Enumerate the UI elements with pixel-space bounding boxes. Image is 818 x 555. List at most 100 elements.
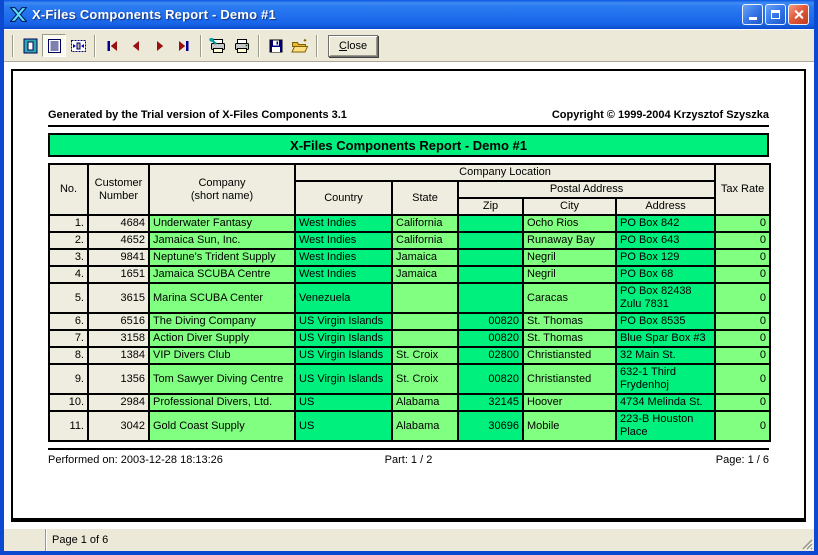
whole-page-view-button[interactable]	[18, 34, 42, 57]
cell-state: Jamaica	[392, 266, 458, 283]
cell-no: 2.	[49, 232, 88, 249]
cell-tax-rate: 0	[715, 347, 770, 364]
col-header-country: Country	[295, 181, 392, 215]
table-row: 11.3042Gold Coast SupplyUSAlabama30696Mo…	[49, 411, 770, 441]
minimize-icon	[749, 17, 757, 20]
report-page: Generated by the Trial version of X-File…	[11, 69, 806, 522]
cell-company: Gold Coast Supply	[149, 411, 295, 441]
table-row: 7.3158Action Diver SupplyUS Virgin Islan…	[49, 330, 770, 347]
previous-page-icon	[128, 38, 144, 54]
report-viewport[interactable]: Generated by the Trial version of X-File…	[4, 62, 814, 528]
maximize-button[interactable]	[765, 4, 786, 25]
cell-zip: 00820	[458, 313, 523, 330]
cell-zip: 00820	[458, 330, 523, 347]
cell-customer-number: 3615	[88, 283, 149, 313]
footer-part: Part: 1 / 2	[288, 454, 528, 466]
cell-state: California	[392, 232, 458, 249]
cell-customer-number: 1651	[88, 266, 149, 283]
page-width-icon	[70, 38, 87, 54]
cell-country: US	[295, 394, 392, 411]
cell-state: Alabama	[392, 394, 458, 411]
cell-address: PO Box 842	[616, 215, 715, 232]
cell-company: Professional Divers, Ltd.	[149, 394, 295, 411]
print-button[interactable]	[230, 34, 254, 57]
table-row: 5.3615Marina SCUBA CenterVenezuelaCaraca…	[49, 283, 770, 313]
cell-company: Neptune's Trident Supply	[149, 249, 295, 266]
cell-state	[392, 283, 458, 313]
print-icon	[233, 38, 251, 54]
cell-state: St. Croix	[392, 364, 458, 394]
cell-city: Hoover	[523, 394, 616, 411]
print-setup-button[interactable]	[206, 34, 230, 57]
col-header-customer-number: Customer Number	[88, 164, 149, 215]
table-row: 1.4684Underwater FantasyWest IndiesCalif…	[49, 215, 770, 232]
cell-zip: 32145	[458, 394, 523, 411]
cell-state	[392, 313, 458, 330]
close-window-button[interactable]	[788, 4, 809, 25]
col-header-company: Company (short name)	[149, 164, 295, 215]
cell-customer-number: 1384	[88, 347, 149, 364]
resize-grip[interactable]	[800, 537, 813, 550]
app-logo-x-icon	[10, 7, 27, 22]
cell-no: 5.	[49, 283, 88, 313]
cell-customer-number: 4684	[88, 215, 149, 232]
report-title-banner: X-Files Components Report - Demo #1	[48, 133, 769, 157]
cell-company: VIP Divers Club	[149, 347, 295, 364]
previous-page-button[interactable]	[124, 34, 148, 57]
cell-tax-rate: 0	[715, 411, 770, 441]
cell-city: Christiansted	[523, 364, 616, 394]
cell-tax-rate: 0	[715, 232, 770, 249]
status-page-text: Page 1 of 6	[46, 529, 814, 551]
report-generated-text: Generated by the Trial version of X-File…	[48, 109, 347, 121]
cell-state: California	[392, 215, 458, 232]
footer-performed-on: Performed on: 2003-12-28 18:13:26	[48, 454, 288, 466]
cell-zip	[458, 283, 523, 313]
cell-country: US Virgin Islands	[295, 330, 392, 347]
cell-company: Underwater Fantasy	[149, 215, 295, 232]
cell-country: US Virgin Islands	[295, 313, 392, 330]
cell-city: Caracas	[523, 283, 616, 313]
cell-company: The Diving Company	[149, 313, 295, 330]
last-page-button[interactable]	[172, 34, 196, 57]
table-row: 3.9841Neptune's Trident SupplyWest Indie…	[49, 249, 770, 266]
cell-address: PO Box 68	[616, 266, 715, 283]
cell-customer-number: 6516	[88, 313, 149, 330]
cell-customer-number: 2984	[88, 394, 149, 411]
cell-address: 4734 Melinda St.	[616, 394, 715, 411]
cell-city: Negril	[523, 249, 616, 266]
cell-address: PO Box 8535	[616, 313, 715, 330]
col-header-zip: Zip	[458, 198, 523, 215]
save-icon	[268, 38, 284, 54]
col-header-postal-address: Postal Address	[458, 181, 715, 198]
cell-zip	[458, 249, 523, 266]
cell-customer-number: 3042	[88, 411, 149, 441]
cell-tax-rate: 0	[715, 283, 770, 313]
save-report-button[interactable]	[264, 34, 288, 57]
cell-city: Ocho Rios	[523, 215, 616, 232]
cell-tax-rate: 0	[715, 330, 770, 347]
first-page-button[interactable]	[100, 34, 124, 57]
toolbar-separator	[12, 35, 14, 57]
text-view-button[interactable]	[42, 34, 66, 57]
cell-address: 32 Main St.	[616, 347, 715, 364]
window-title: X-Files Components Report - Demo #1	[32, 7, 742, 22]
cell-no: 8.	[49, 347, 88, 364]
status-bar: Page 1 of 6	[4, 528, 814, 551]
title-bar[interactable]: X-Files Components Report - Demo #1	[4, 0, 814, 29]
cell-company: Jamaica Sun, Inc.	[149, 232, 295, 249]
open-report-button[interactable]	[288, 34, 312, 57]
first-page-icon	[104, 38, 120, 54]
col-header-no: No.	[49, 164, 88, 215]
page-width-view-button[interactable]	[66, 34, 90, 57]
cell-company: Jamaica SCUBA Centre	[149, 266, 295, 283]
cell-city: St. Thomas	[523, 330, 616, 347]
cell-country: US Virgin Islands	[295, 364, 392, 394]
header-rule	[48, 125, 769, 127]
next-page-button[interactable]	[148, 34, 172, 57]
minimize-button[interactable]	[742, 4, 763, 25]
cell-company: Action Diver Supply	[149, 330, 295, 347]
close-report-button[interactable]: Close	[328, 35, 378, 57]
last-page-icon	[176, 38, 192, 54]
cell-state: Jamaica	[392, 249, 458, 266]
table-row: 10.2984Professional Divers, Ltd.USAlabam…	[49, 394, 770, 411]
